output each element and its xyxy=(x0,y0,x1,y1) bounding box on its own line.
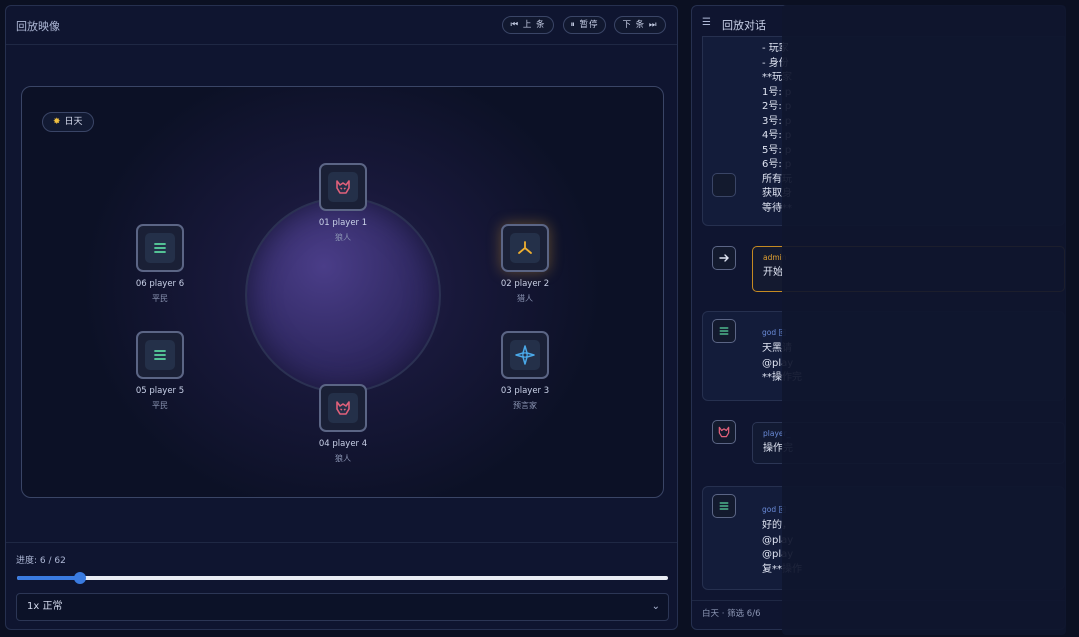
avatar xyxy=(712,494,736,518)
player-seat-6[interactable]: 06 player 6 平民 xyxy=(105,224,215,304)
player-name: 04 player 4 xyxy=(318,439,368,449)
dialogue-title: 回放对话 xyxy=(722,19,766,32)
progress-slider[interactable] xyxy=(17,572,668,584)
player-role: 狼人 xyxy=(335,233,351,242)
chat-icon: ☰ xyxy=(702,17,711,28)
villager-icon xyxy=(154,243,166,253)
player-name: 01 player 1 xyxy=(318,218,368,228)
pause-button[interactable]: ⏸ 暂停 xyxy=(563,16,606,34)
wolf-icon xyxy=(336,401,350,415)
player-seat-3[interactable]: 03 player 3 预言家 xyxy=(470,331,580,411)
player-name: 05 player 5 xyxy=(135,386,185,396)
player-role: 猎人 xyxy=(517,294,533,303)
seer-icon xyxy=(515,345,535,365)
dim-overlay xyxy=(782,5,1066,635)
player-role: 预言家 xyxy=(513,401,537,410)
progress-label: 进度: 6 / 62 xyxy=(16,556,66,566)
player-role: 平民 xyxy=(152,401,168,410)
player-name: 03 player 3 xyxy=(500,386,550,396)
player-avatar xyxy=(136,331,184,379)
avatar xyxy=(712,319,736,343)
progress-fill xyxy=(17,576,80,580)
speed-select[interactable]: 1x 正常 ⌄ xyxy=(16,593,669,621)
villager-icon xyxy=(719,502,729,510)
villager-icon xyxy=(154,350,166,360)
replay-panel: 回放映像 ⏮ 上 条 ⏸ 暂停 下 条 ⏭ ✸ 日天 01 player 1 狼人 xyxy=(5,5,678,630)
chevron-down-icon: ⌄ xyxy=(651,601,660,612)
game-arena: ✸ 日天 01 player 1 狼人 02 player 2 猎人 03 pl… xyxy=(21,86,664,498)
replay-title: 回放映像 xyxy=(16,20,60,33)
player-seat-5[interactable]: 05 player 5 平民 xyxy=(105,331,215,411)
speed-value: 1x 正常 xyxy=(27,601,63,612)
progress-area: 进度: 6 / 62 1x 正常 ⌄ xyxy=(6,542,677,629)
villager-icon xyxy=(719,327,729,335)
avatar xyxy=(712,420,736,444)
avatar xyxy=(712,173,736,197)
player-role: 平民 xyxy=(152,294,168,303)
wolf-icon xyxy=(718,426,730,438)
player-avatar xyxy=(319,384,367,432)
player-seat-2[interactable]: 02 player 2 猎人 xyxy=(470,224,580,304)
player-name: 06 player 6 xyxy=(135,279,185,289)
phase-label: 日天 xyxy=(64,117,83,127)
progress-thumb[interactable] xyxy=(74,572,86,584)
previous-button[interactable]: ⏮ 上 条 xyxy=(502,16,554,34)
wolf-icon xyxy=(336,180,350,194)
player-avatar xyxy=(501,224,549,272)
player-avatar xyxy=(136,224,184,272)
player-avatar xyxy=(501,331,549,379)
next-button[interactable]: 下 条 ⏭ xyxy=(614,16,666,34)
player-role: 狼人 xyxy=(335,454,351,463)
player-seat-4[interactable]: 04 player 4 狼人 xyxy=(288,384,398,464)
sun-icon: ✸ xyxy=(53,117,61,127)
phase-badge: ✸ 日天 xyxy=(42,112,94,132)
replay-header: 回放映像 ⏮ 上 条 ⏸ 暂停 下 条 ⏭ xyxy=(6,6,677,45)
player-name: 02 player 2 xyxy=(500,279,550,289)
arrow-right-icon xyxy=(712,246,736,270)
player-avatar xyxy=(319,163,367,211)
hunter-icon xyxy=(518,241,532,254)
player-seat-1[interactable]: 01 player 1 狼人 xyxy=(288,163,398,243)
